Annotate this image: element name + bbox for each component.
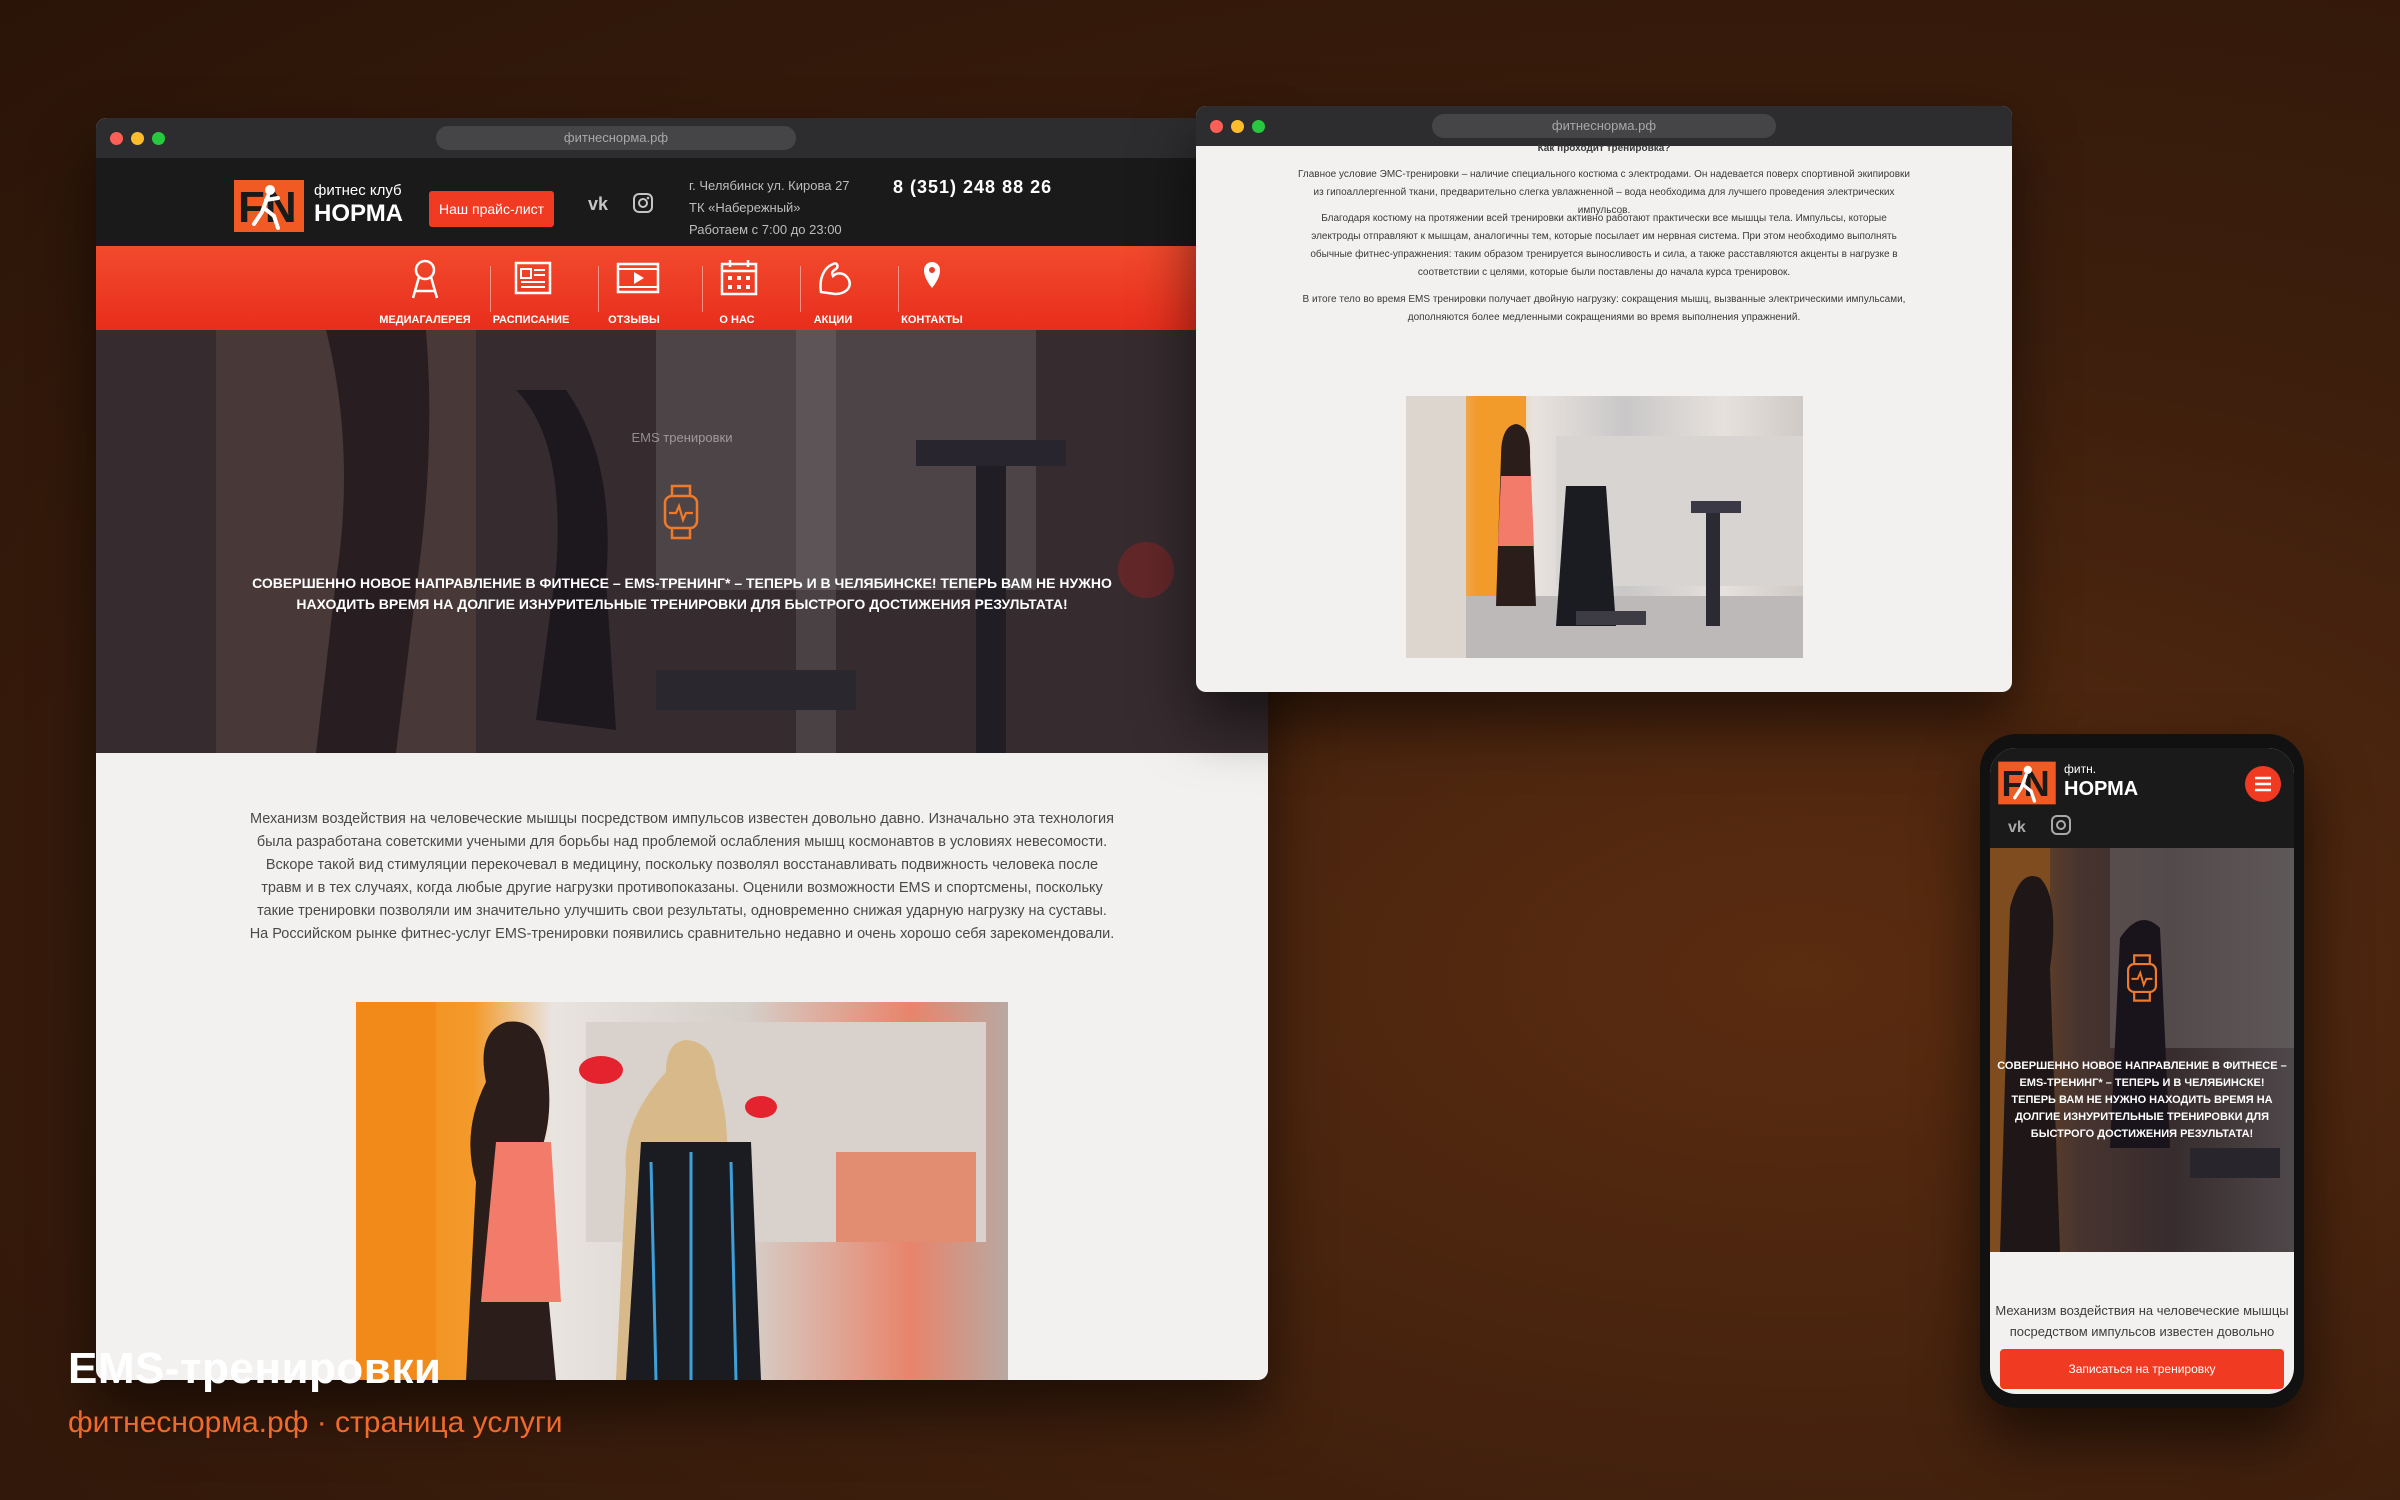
muscle-icon (819, 262, 851, 296)
nav-item-contacts[interactable]: КОНТАКТЫ (884, 246, 980, 330)
nav-label: О НАС (719, 314, 755, 326)
brand-subtitle: фитнес клуб (314, 182, 402, 199)
instagram-icon[interactable] (632, 192, 654, 219)
brand-title: НОРМА (2064, 778, 2139, 800)
address-bar[interactable]: фитнеснорма.рф (1432, 114, 1776, 138)
nav-label: ОТЗЫВЫ (608, 314, 660, 326)
nav-item-promos[interactable]: АКЦИИ (785, 246, 881, 330)
calendar-icon (720, 260, 758, 296)
logo-icon[interactable]: FN (1998, 760, 2056, 806)
signup-button[interactable]: Записаться на тренировку (2000, 1349, 2284, 1389)
hero-headline: СОВЕРШЕННО НОВОЕ НАПРАВЛЕНИЕ В ФИТНЕСЕ –… (1997, 1060, 2287, 1140)
address-bar[interactable]: фитнеснорма.рф (436, 126, 796, 150)
intro-paragraph: Механизм воздействия на человеческие мыш… (1995, 1303, 2289, 1339)
hero-label: EMS тренировки (631, 430, 733, 445)
paragraph-2: Благодаря костюму на протяжении всей тре… (1310, 213, 1898, 278)
phone-number[interactable]: 8 (351) 248 88 26 (893, 177, 1052, 198)
mobile-phone-frame: FN фитн. НОРМА vk СОВЕРШЕННО НОВОЕ НАПРА… (1980, 734, 2304, 1408)
mobile-header: FN фитн. НОРМА vk (1990, 748, 2294, 848)
brand-title: НОРМА (314, 200, 404, 227)
svg-text:vk: vk (588, 194, 609, 214)
desktop-browser-window-2: фитнеснорма.рф Как проходит тренировка? … (1196, 106, 2012, 692)
minimize-window-button[interactable] (1231, 120, 1244, 133)
training-photo-image (356, 1002, 986, 1380)
nav-item-reviews[interactable]: ОТЗЫВЫ (586, 246, 682, 330)
maximize-window-button[interactable] (1252, 120, 1265, 133)
close-window-button[interactable] (110, 132, 123, 145)
close-window-button[interactable] (1210, 120, 1223, 133)
gallery-icon (411, 259, 439, 299)
desktop-browser-window: фитнеснорма.рф FN фитнес клуб НОРМА Наш … (96, 118, 1268, 1380)
nav-label: КОНТАКТЫ (901, 314, 963, 326)
gym-photo-image (1406, 396, 1803, 658)
vk-icon[interactable]: vk (2008, 816, 2038, 836)
nav-item-schedule[interactable]: РАСПИСАНИЕ (483, 246, 579, 330)
nav-item-about[interactable]: О НАС (689, 246, 785, 330)
hero-banner: EMS тренировки СОВЕРШЕННО НОВОЕ НАПРАВЛЕ… (96, 330, 1268, 753)
showcase-title: EMS-тренировки (68, 1344, 442, 1393)
brand-subtitle: фитн. (2064, 762, 2097, 776)
logo-icon[interactable]: FN (234, 178, 304, 234)
instagram-icon[interactable] (2050, 814, 2072, 836)
smartwatch-icon (663, 484, 699, 540)
opening-hours: Работаем с 7:00 до 23:00 (689, 222, 842, 237)
nav-label: АКЦИИ (813, 314, 853, 326)
gym-photo (1406, 396, 1803, 658)
section-heading: Как проходит тренировка? (1537, 143, 1671, 154)
mobile-screen: FN фитн. НОРМА vk СОВЕРШЕННО НОВОЕ НАПРА… (1990, 748, 2294, 1394)
browser-chrome: фитнеснорма.рф (96, 118, 1268, 158)
video-icon (616, 262, 660, 294)
main-nav: МЕДИАГАЛЕРЕЯ РАСПИСАНИЕ ОТЗЫВЫ О НАС АКЦ… (96, 246, 1268, 330)
maximize-window-button[interactable] (152, 132, 165, 145)
nav-item-gallery[interactable]: МЕДИАГАЛЕРЕЯ (377, 246, 473, 330)
nav-label: РАСПИСАНИЕ (492, 314, 570, 326)
schedule-icon (514, 261, 552, 295)
svg-text:vk: vk (2008, 819, 2026, 836)
hero-headline: СОВЕРШЕННО НОВОЕ НАПРАВЛЕНИЕ В ФИТНЕСЕ –… (252, 575, 1112, 612)
price-list-button[interactable]: Наш прайс-лист (429, 191, 555, 227)
hero-overlay (1990, 848, 2294, 1252)
minimize-window-button[interactable] (131, 132, 144, 145)
smartwatch-icon (2127, 954, 2157, 1002)
hamburger-icon (2255, 776, 2271, 792)
location-icon (924, 262, 940, 288)
address-line: г. Челябинск ул. Кирова 27 (689, 178, 850, 193)
nav-label: МЕДИАГАЛЕРЕЯ (379, 314, 471, 326)
mall-name: ТК «Набережный» (689, 200, 801, 215)
showcase-subtitle: фитнеснорма.рф · страница услуги (68, 1406, 563, 1439)
training-photo (356, 1002, 1008, 1380)
paragraph-3: В итоге тело во время EMS тренировки пол… (1302, 294, 1906, 323)
site-header: FN фитнес клуб НОРМА Наш прайс-лист vk г… (96, 158, 1268, 246)
intro-paragraph: Механизм воздействия на человеческие мыш… (249, 811, 1115, 942)
vk-icon[interactable]: vk (588, 194, 618, 219)
mobile-hero: СОВЕРШЕННО НОВОЕ НАПРАВЛЕНИЕ В ФИТНЕСЕ –… (1990, 848, 2294, 1252)
menu-button[interactable] (2245, 766, 2281, 802)
